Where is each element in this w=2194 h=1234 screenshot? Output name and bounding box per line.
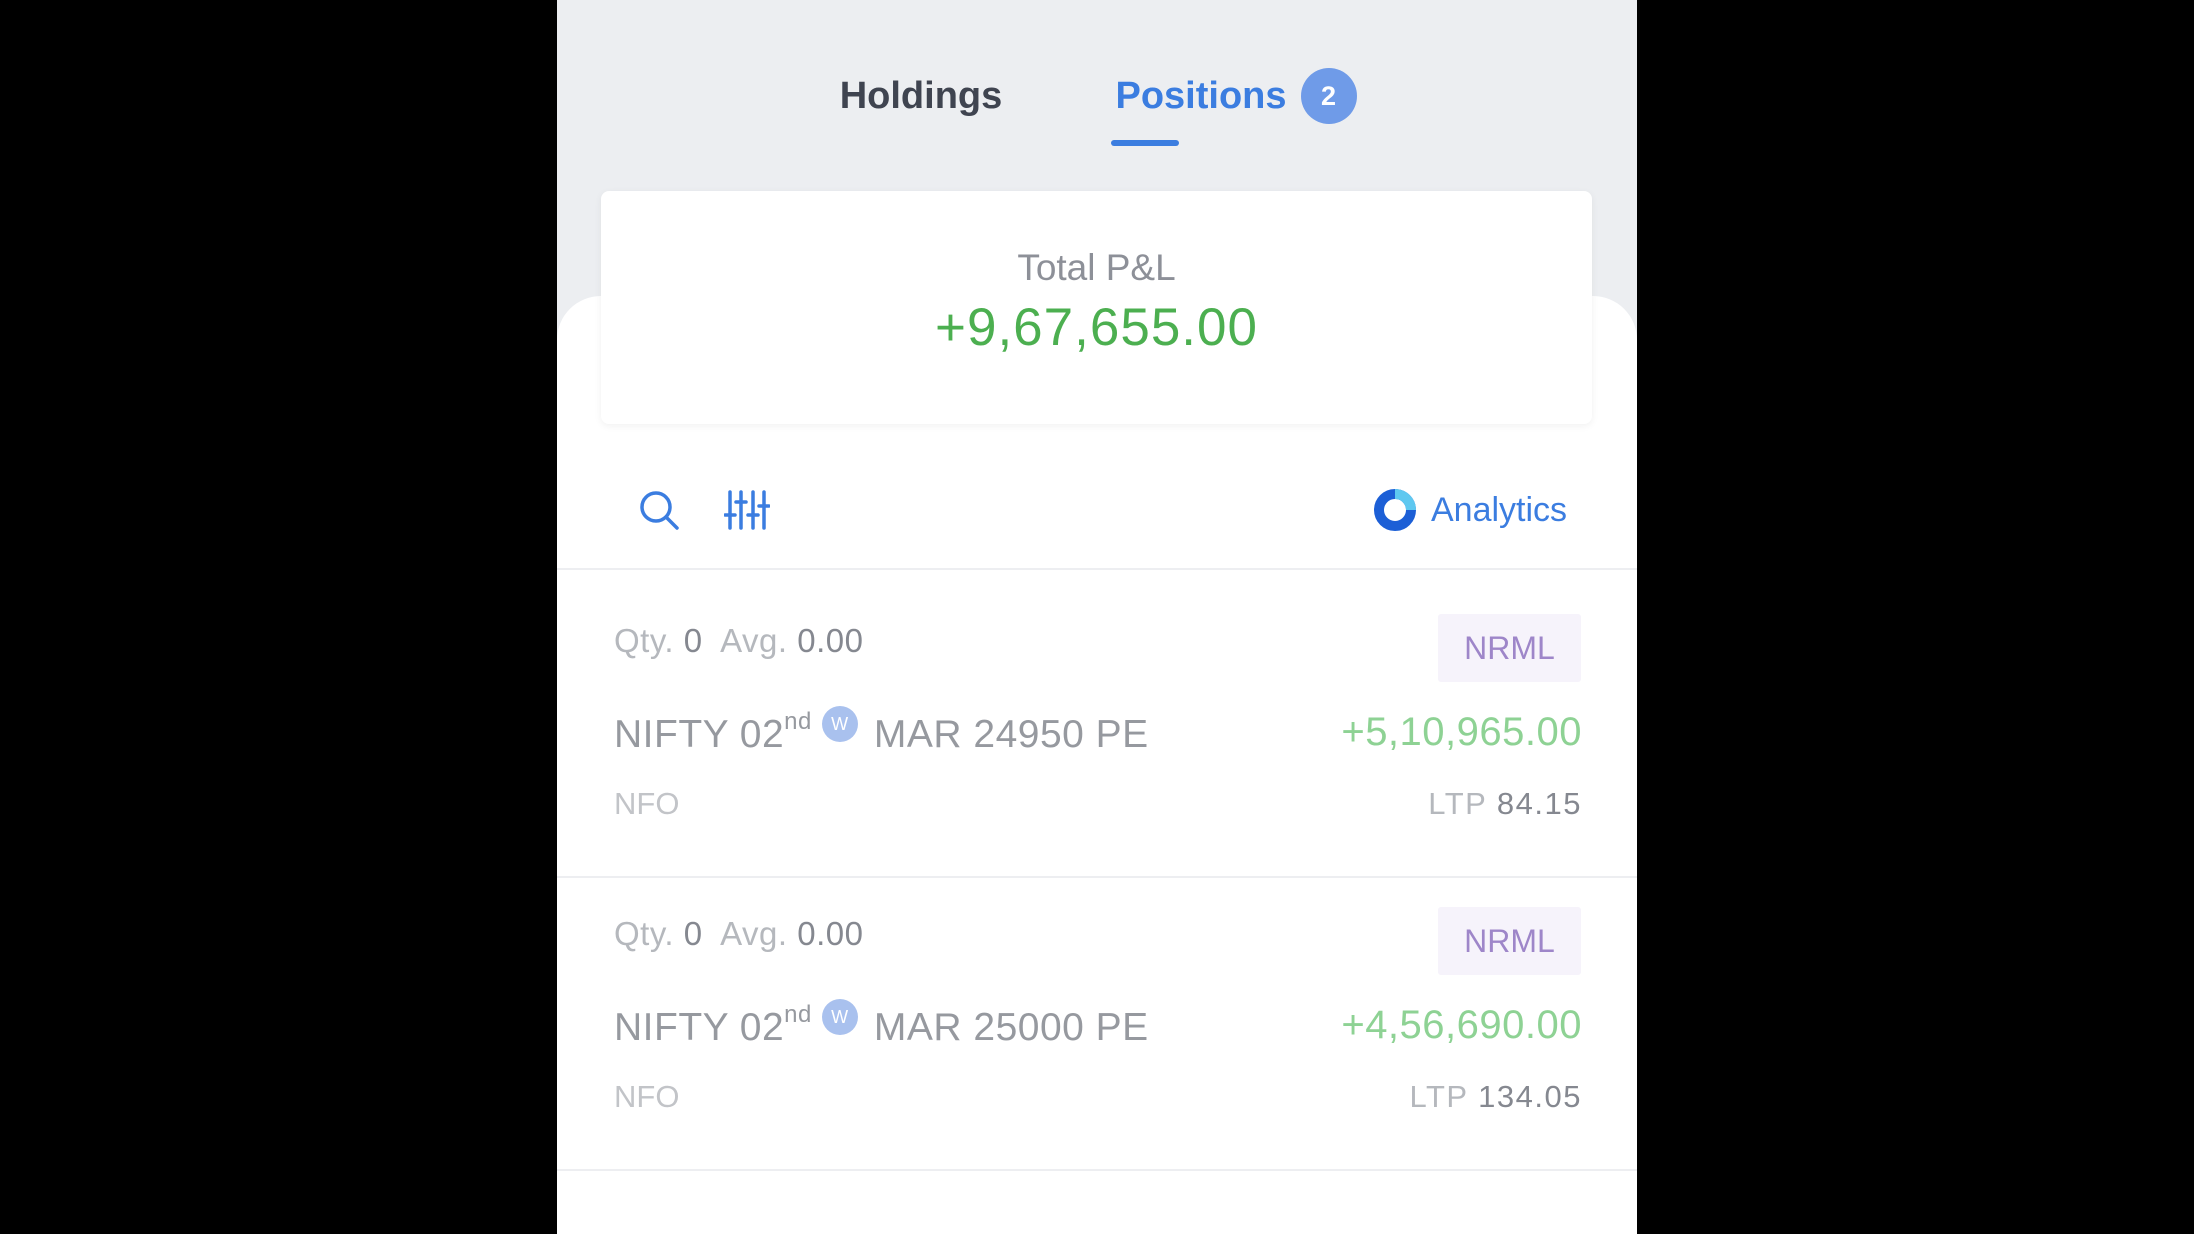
divider bbox=[557, 1169, 1637, 1171]
position-row[interactable]: Qty. 0 Avg. 0.00 NRML NIFTY 02nd W MAR 249… bbox=[557, 584, 1637, 876]
avg-value: 0.00 bbox=[797, 622, 864, 659]
product-badge: NRML bbox=[1438, 614, 1581, 682]
position-symbol: NIFTY 02nd W MAR 25000 PE bbox=[614, 999, 1149, 1050]
avg-label: Avg. bbox=[720, 915, 788, 952]
positions-count-badge: 2 bbox=[1300, 68, 1357, 124]
positions-screen: Holdings Positions 2 Total P&L +9,67,655… bbox=[557, 0, 1637, 1234]
position-pnl: +4,56,690.00 bbox=[1341, 1003, 1582, 1047]
analytics-label: Analytics bbox=[1431, 490, 1568, 529]
tab-positions-label: Positions bbox=[1115, 74, 1287, 117]
avg-value: 0.00 bbox=[797, 915, 864, 952]
exchange-label: NFO bbox=[614, 1079, 680, 1114]
analytics-button[interactable]: Analytics bbox=[1373, 478, 1567, 542]
symbol-suffix: MAR 25000 PE bbox=[873, 1006, 1149, 1049]
search-button[interactable] bbox=[629, 480, 689, 540]
product-badge: NRML bbox=[1438, 907, 1581, 975]
weekly-expiry-badge: W bbox=[821, 706, 858, 742]
tab-positions[interactable]: Positions 2 bbox=[1081, 52, 1391, 140]
ltp-value: 84.15 bbox=[1496, 786, 1582, 821]
position-pnl: +5,10,965.00 bbox=[1341, 710, 1582, 754]
sliders-icon bbox=[724, 490, 770, 530]
ltp-label: LTP bbox=[1409, 1079, 1469, 1114]
symbol-prefix: NIFTY 02 bbox=[614, 713, 785, 756]
qty-label: Qty. bbox=[614, 915, 675, 952]
symbol-prefix: NIFTY 02 bbox=[614, 1006, 785, 1049]
analytics-ring-icon bbox=[1374, 489, 1416, 531]
position-ltp: LTP 134.05 bbox=[1410, 1079, 1582, 1115]
search-icon bbox=[640, 491, 679, 530]
total-pnl-card: Total P&L +9,67,655.00 bbox=[601, 191, 1592, 424]
position-qty-avg: Qty. 0 Avg. 0.00 bbox=[614, 915, 863, 953]
qty-value: 0 bbox=[683, 915, 703, 952]
total-pnl-value: +9,67,655.00 bbox=[935, 298, 1258, 357]
position-row[interactable]: Qty. 0 Avg. 0.00 NRML NIFTY 02nd W MAR 250… bbox=[557, 877, 1637, 1169]
qty-label: Qty. bbox=[614, 622, 675, 659]
ltp-value: 134.05 bbox=[1478, 1079, 1582, 1114]
tab-bar: Holdings Positions 2 bbox=[557, 0, 1637, 146]
tab-holdings[interactable]: Holdings bbox=[809, 52, 1033, 140]
tab-holdings-label: Holdings bbox=[839, 74, 1003, 117]
divider bbox=[557, 568, 1637, 570]
ltp-label: LTP bbox=[1428, 786, 1487, 821]
positions-toolbar: Analytics bbox=[557, 470, 1637, 570]
position-ltp: LTP 84.15 bbox=[1428, 786, 1582, 822]
exchange-label: NFO bbox=[614, 786, 680, 821]
symbol-suffix: MAR 24950 PE bbox=[873, 713, 1149, 756]
position-qty-avg: Qty. 0 Avg. 0.00 bbox=[614, 622, 863, 660]
avg-label: Avg. bbox=[720, 622, 788, 659]
qty-value: 0 bbox=[683, 622, 703, 659]
active-tab-indicator bbox=[1111, 140, 1179, 146]
total-pnl-label: Total P&L bbox=[1017, 247, 1176, 288]
symbol-ordinal: nd bbox=[784, 708, 812, 735]
weekly-expiry-badge: W bbox=[821, 999, 858, 1035]
symbol-ordinal: nd bbox=[784, 1001, 812, 1028]
position-symbol: NIFTY 02nd W MAR 24950 PE bbox=[614, 706, 1149, 757]
filter-button[interactable] bbox=[717, 480, 777, 540]
